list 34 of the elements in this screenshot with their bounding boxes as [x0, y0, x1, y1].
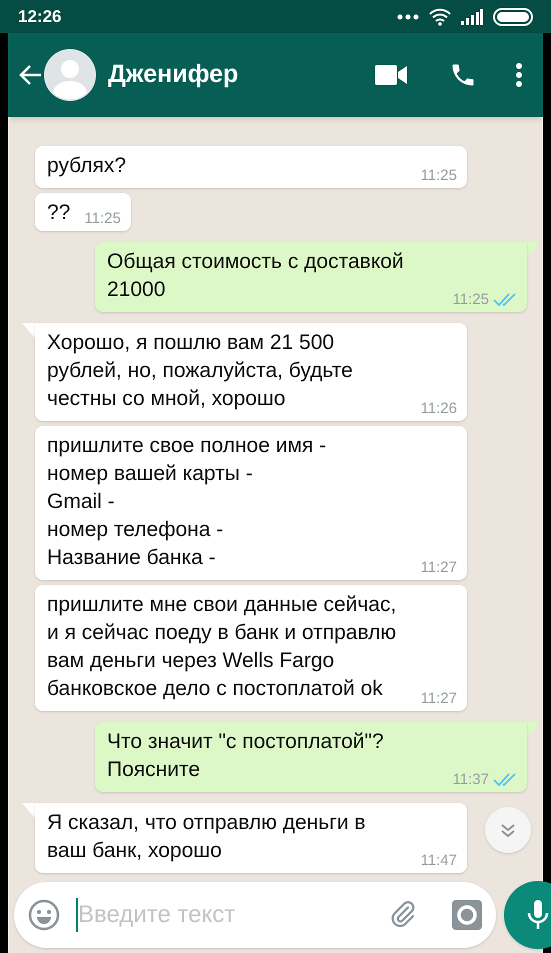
camera-icon[interactable]	[452, 900, 482, 930]
text-cursor	[76, 898, 78, 932]
message-field[interactable]: Введите текст	[14, 882, 496, 948]
message-text: Я сказал, что отправлю деньги в ваш банк, хорошо	[47, 810, 366, 864]
message-time: 11:27	[420, 559, 457, 576]
menu-icon[interactable]	[515, 62, 523, 88]
message-text: Что значит "с постоплатой"? Поясните	[107, 729, 384, 783]
scroll-down-button[interactable]	[485, 807, 531, 853]
microphone-icon	[527, 900, 549, 930]
message-text: пришлите мне свои данные сейчас, и я сейчас поеду в банк и отправлю вам деньги через Wells Fargo банковское дело с постоплатой ok	[47, 592, 396, 702]
emoji-icon[interactable]	[28, 899, 60, 931]
message-time: 11:25	[420, 167, 457, 184]
wifi-icon	[429, 8, 451, 26]
message-time: 11:25	[452, 291, 489, 308]
video-camera-icon[interactable]	[375, 65, 407, 85]
message-input[interactable]: Введите текст	[78, 897, 388, 933]
message-time: 11:47	[420, 852, 457, 869]
message-time: 11:25	[84, 210, 121, 227]
contact-name[interactable]: Дженифер	[108, 56, 238, 94]
double-chevron-icon	[500, 822, 516, 838]
signal-icon	[461, 8, 483, 24]
message-text: ??	[47, 200, 70, 226]
avatar-icon[interactable]	[44, 49, 96, 101]
battery-icon	[493, 8, 533, 26]
message-time: 11:26	[420, 400, 457, 417]
message-text: Хорошо, я пошлю вам 21 500 рублей, но, пожалуйста, будьте честны со мной, хорошо	[47, 330, 353, 412]
message-text: пришлите свое полное имя - номер вашей карты - Gmail - номер телефона - Название банка -	[47, 433, 326, 571]
message-time: 11:27	[420, 690, 457, 707]
message-time: 11:37	[452, 771, 489, 788]
message-text: рублях?	[47, 153, 126, 179]
status-time: 12:26	[18, 6, 62, 28]
dots-icon	[397, 14, 419, 20]
message-text: Общая стоимость с доставкой 21000	[107, 249, 404, 303]
back-arrow-icon	[18, 64, 42, 86]
